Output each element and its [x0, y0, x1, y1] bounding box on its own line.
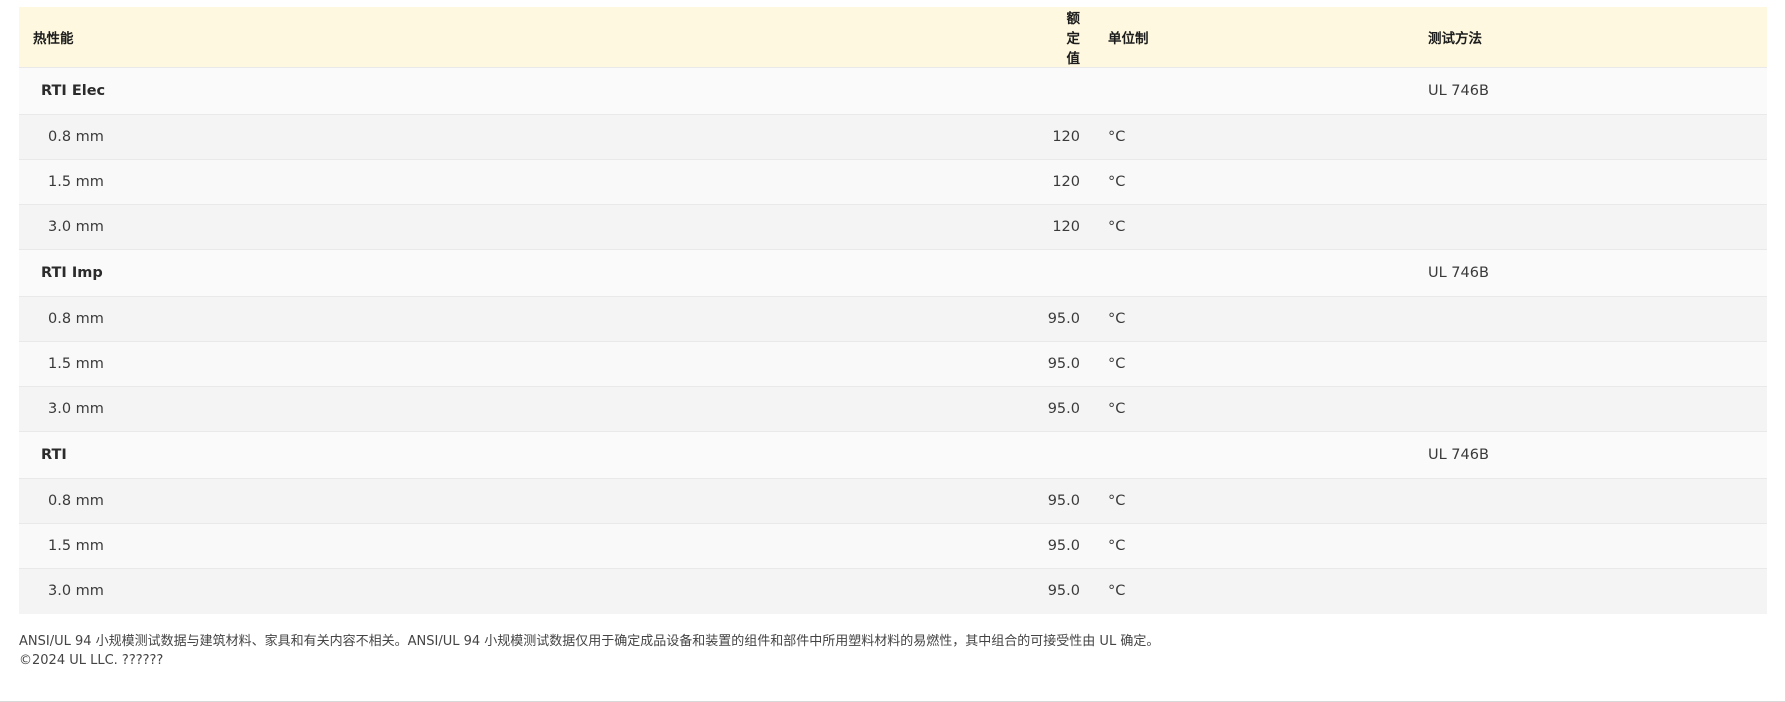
group-value-empty — [1055, 432, 1080, 479]
thermal-properties-table: 热性能 额定值 单位制 测试方法 RTI Elec UL 746B 0.8 mm 12… — [19, 7, 1767, 614]
table-row: 0.8 mm 95.0 °C — [19, 478, 1767, 524]
row-method-empty — [1428, 524, 1767, 569]
table-row: 1.5 mm 95.0 °C — [19, 523, 1767, 569]
group-name: RTI Elec — [41, 83, 106, 99]
table-body: RTI Elec UL 746B 0.8 mm 120 °C 1.5 mm 120 °C 3.0… — [19, 67, 1767, 614]
row-method-empty — [1428, 205, 1767, 250]
table-group-row: RTI UL 746B — [19, 431, 1767, 479]
row-method-empty — [1428, 115, 1767, 160]
unit-value: °C — [1108, 174, 1126, 190]
row-method-empty — [1428, 387, 1767, 432]
row-method-empty — [1428, 569, 1767, 614]
unit-value: °C — [1108, 356, 1126, 372]
header-method: 测试方法 — [1428, 31, 1482, 47]
thickness-label: 1.5 mm — [48, 174, 104, 190]
thickness-label: 1.5 mm — [48, 538, 104, 554]
disclaimer-text: ANSI/UL 94 小规模测试数据与建筑材料、家具和有关内容不相关。ANSI/… — [19, 634, 1160, 649]
unit-value: °C — [1108, 219, 1126, 235]
header-property: 热性能 — [33, 31, 74, 47]
rated-value: 120 — [1052, 174, 1080, 190]
group-unit-empty — [1080, 68, 1428, 115]
unit-value: °C — [1108, 401, 1126, 417]
rated-value: 95.0 — [1047, 493, 1080, 509]
thickness-label: 1.5 mm — [48, 356, 104, 372]
unit-value: °C — [1108, 311, 1126, 327]
row-method-empty — [1428, 479, 1767, 524]
rated-value: 95.0 — [1047, 356, 1080, 372]
unit-value: °C — [1108, 493, 1126, 509]
thickness-label: 3.0 mm — [48, 401, 104, 417]
group-value-empty — [1055, 68, 1080, 115]
row-method-empty — [1428, 297, 1767, 342]
group-name: RTI Imp — [41, 265, 103, 281]
thickness-label: 3.0 mm — [48, 583, 104, 600]
table-row: 1.5 mm 120 °C — [19, 159, 1767, 205]
thickness-label: 3.0 mm — [48, 219, 104, 235]
table-row: 1.5 mm 95.0 °C — [19, 341, 1767, 387]
copyright-text: ©2024 UL LLC. ?????? — [19, 653, 164, 668]
table-row: 3.0 mm 95.0 °C — [19, 386, 1767, 432]
rated-value: 120 — [1052, 129, 1080, 145]
rated-value: 95.0 — [1047, 401, 1080, 417]
table-group-row: RTI Elec UL 746B — [19, 67, 1767, 115]
header-unit: 单位制 — [1108, 31, 1149, 47]
table-row: 0.8 mm 95.0 °C — [19, 296, 1767, 342]
thickness-label: 0.8 mm — [48, 311, 104, 327]
group-value-empty — [1055, 250, 1080, 297]
header-value: 额定值 — [1066, 11, 1081, 67]
rated-value: 95.0 — [1047, 583, 1080, 600]
table-row: 3.0 mm 95.0 °C — [19, 568, 1767, 614]
table-group-row: RTI Imp UL 746B — [19, 249, 1767, 297]
group-unit-empty — [1080, 432, 1428, 479]
rated-value: 95.0 — [1047, 311, 1080, 327]
unit-value: °C — [1108, 538, 1126, 554]
rated-value: 95.0 — [1047, 538, 1080, 554]
table-header-row: 热性能 额定值 单位制 测试方法 — [19, 7, 1767, 68]
group-unit-empty — [1080, 250, 1428, 297]
table-row: 0.8 mm 120 °C — [19, 114, 1767, 160]
unit-value: °C — [1108, 583, 1126, 600]
row-method-empty — [1428, 160, 1767, 205]
group-test-method: UL 746B — [1428, 265, 1489, 281]
group-test-method: UL 746B — [1428, 447, 1489, 463]
row-method-empty — [1428, 342, 1767, 387]
footnote: ANSI/UL 94 小规模测试数据与建筑材料、家具和有关内容不相关。ANSI/… — [19, 632, 1159, 670]
group-test-method: UL 746B — [1428, 83, 1489, 99]
thickness-label: 0.8 mm — [48, 493, 104, 509]
rated-value: 120 — [1052, 219, 1080, 235]
page-frame: 热性能 额定值 单位制 测试方法 RTI Elec UL 746B 0.8 mm 12… — [0, 0, 1786, 702]
group-name: RTI — [41, 447, 67, 463]
table-row: 3.0 mm 120 °C — [19, 204, 1767, 250]
thickness-label: 0.8 mm — [48, 129, 104, 145]
unit-value: °C — [1108, 129, 1126, 145]
